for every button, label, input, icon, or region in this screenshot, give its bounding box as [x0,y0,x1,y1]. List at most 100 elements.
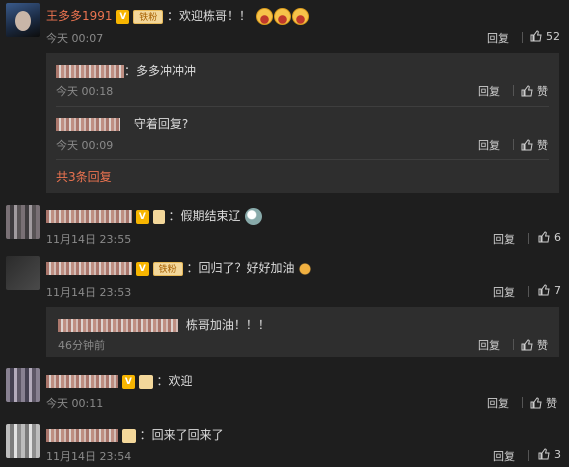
sub-reply-time: 今天 00:18 [56,85,114,98]
like-label: 赞 [537,85,548,98]
comment-item: V 铁粉 ：回归了？好好加油 11月14日 23:53 回复 7 [0,254,569,304]
blurred-username [58,319,178,332]
reply-button[interactable]: 回复 [487,395,509,411]
username-text[interactable]: 王多多1991 [46,9,113,23]
thumb-up-icon [530,30,542,42]
sub-reply-item: 守着回复? [56,115,188,132]
reply-button[interactable]: 回复 [487,30,509,46]
like-count: 52 [546,30,560,43]
sub-reply-item: ：多多冲冲冲 [56,62,551,92]
like-button[interactable]: 赞 [530,395,557,411]
comment-text: ：欢迎栋哥！！ [167,9,252,23]
divider [522,32,523,43]
divider [528,233,529,244]
username[interactable]: V ：欢迎 [46,372,193,389]
like-button[interactable]: 3 [538,448,561,461]
verified-v-icon: V [135,261,149,276]
username[interactable]: ：回来了回来了 [46,426,224,443]
comment-time: 11月14日 23:55 [46,233,132,246]
reply-button[interactable]: 回复 [478,137,500,153]
sub-divider [56,106,549,107]
sub-reply-text: 栋哥加油！！！ [185,318,270,332]
avatar[interactable] [6,424,40,458]
reply-button[interactable]: 回复 [493,231,515,247]
comment-item: ：回来了回来了 11月14日 23:54 回复 3 [0,420,569,467]
comment-item: 王多多1991 V 铁粉 ：欢迎栋哥！！ 今天 00:07 回复 52 [0,0,569,52]
thumb-up-icon [538,284,550,296]
like-button[interactable]: 赞 [521,83,548,99]
sub-reply-text: ：多多冲冲冲 [124,64,197,78]
avatar[interactable] [6,3,40,37]
like-count: 7 [554,284,561,297]
username[interactable]: 王多多1991 V 铁粉 ：欢迎栋哥！！ [46,7,309,25]
laugh-emoji-icon [291,8,309,25]
thumb-up-icon [521,85,533,97]
like-button[interactable]: 赞 [521,137,548,153]
blurred-username[interactable] [46,210,132,223]
divider [522,397,523,408]
like-button[interactable]: 52 [530,30,560,43]
sub-reply-box: 栋哥加油！！！ 46分钟前 回复 赞 [46,307,559,357]
comment-text: ：回归了？好好加油 [186,261,295,275]
comment-item: V ：假期结束辽 11月14日 23:55 回复 6 [0,203,569,251]
like-label: 赞 [537,139,548,152]
sub-reply-time: 46分钟前 [58,339,105,352]
comment-text: ：回来了回来了 [139,428,224,442]
reply-button[interactable]: 回复 [493,448,515,464]
like-count: 6 [554,231,561,244]
thumb-up-icon [521,139,533,151]
fan-badge-icon [152,209,165,224]
thumb-up-icon [521,339,533,351]
blurred-username[interactable] [46,429,118,442]
comment-item: V ：欢迎 今天 00:11 回复 赞 [0,366,569,414]
sub-reply-text: 守着回复? [133,117,189,131]
avatar-face [15,11,31,31]
fan-badge-icon [121,428,136,443]
username[interactable]: V 铁粉 ：回归了？好好加油 [46,259,313,276]
verified-v-icon: V [135,209,149,224]
comment-time: 11月14日 23:53 [46,286,132,299]
thumb-up-icon [538,231,550,243]
avatar[interactable] [6,368,40,402]
fan-badge-icon [138,374,153,389]
thumb-up-icon [538,448,550,460]
divider [513,339,514,350]
like-label: 赞 [537,339,548,352]
blurred-username[interactable] [46,262,132,275]
muscle-emoji-icon [298,261,313,276]
reply-button[interactable]: 回复 [478,83,500,99]
avatar[interactable] [6,256,40,290]
divider [528,286,529,297]
username[interactable]: V ：假期结束辽 [46,207,263,225]
like-button[interactable]: 6 [538,231,561,244]
verified-v-icon: V [116,9,130,24]
avatar[interactable] [6,205,40,239]
comment-text: ：假期结束辽 [168,209,241,223]
divider [513,139,514,150]
like-label: 赞 [546,397,557,410]
like-count: 3 [554,448,561,461]
fan-badge-icon: 铁粉 [152,261,183,276]
sub-divider [56,159,549,160]
view-more-replies-link[interactable]: 共3条回复 [56,168,112,185]
divider [513,85,514,96]
divider [528,450,529,461]
panda-emoji-icon [245,208,263,225]
like-button[interactable]: 赞 [521,337,548,353]
laugh-emoji-icon [273,8,291,25]
comment-text: ：欢迎 [156,374,193,388]
comment-thread: 王多多1991 V 铁粉 ：欢迎栋哥！！ 今天 00:07 回复 52 ：多多冲… [0,0,569,467]
blurred-username [56,118,120,131]
reply-button[interactable]: 回复 [493,284,515,300]
laugh-emoji-icon [255,8,273,25]
reply-button[interactable]: 回复 [478,337,500,353]
blurred-username [56,65,124,78]
thumb-up-icon [530,397,542,409]
comment-time: 今天 00:07 [46,32,104,45]
verified-v-icon: V [121,374,135,389]
comment-time: 今天 00:11 [46,397,104,410]
sub-reply-item: 栋哥加油！！！ [58,316,270,333]
comment-time: 11月14日 23:54 [46,450,132,463]
blurred-username[interactable] [46,375,118,388]
like-button[interactable]: 7 [538,284,561,297]
